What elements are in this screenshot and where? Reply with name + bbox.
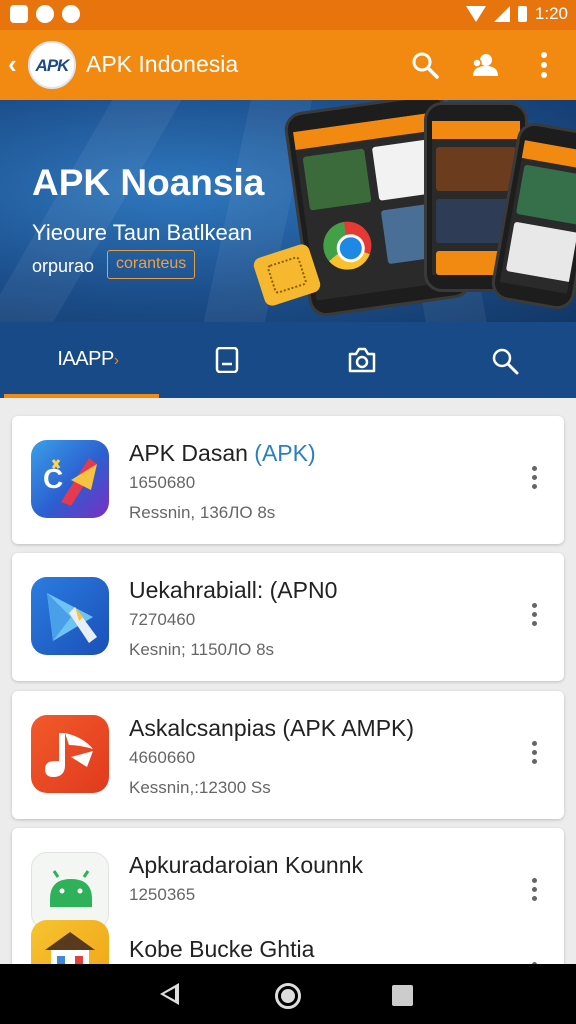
- app-number: 4660660: [129, 748, 196, 767]
- phone-icon: [215, 347, 239, 373]
- more-vertical-icon[interactable]: [532, 50, 556, 80]
- more-vertical-icon[interactable]: [526, 876, 542, 906]
- banner-small-text: orpurao: [32, 256, 95, 276]
- phone-thumbnail: [505, 221, 576, 283]
- notification-icons: [10, 5, 80, 23]
- active-tab-indicator: [4, 394, 159, 398]
- system-icons: 1:20: [465, 4, 568, 24]
- app-logo: APK: [28, 41, 76, 89]
- app-title: Apkuradaroian Kounnk: [129, 852, 363, 878]
- app-meta: Ressnin, 136ЛО 8s: [129, 503, 276, 522]
- music-note-app-icon: [31, 715, 109, 793]
- system-nav-bar: [0, 964, 576, 1024]
- banner-title: APK Noansia: [32, 162, 265, 203]
- app-icon: [62, 5, 80, 23]
- phone-thumbnail: [302, 148, 372, 211]
- tab-apps[interactable]: IAAPP›: [16, 322, 160, 398]
- app-title: Askalcsanpias (APK AMPK): [129, 715, 415, 741]
- banner-subtitle: Yieoure Taun Batlkean: [32, 220, 253, 245]
- phone-thumbnail: [436, 147, 516, 191]
- tab-phone[interactable]: [155, 322, 299, 398]
- chrome-icon: [320, 218, 375, 273]
- more-vertical-icon[interactable]: [526, 601, 542, 631]
- camera-icon: [348, 347, 376, 373]
- status-bar: 1:20: [0, 0, 576, 30]
- battery-icon: [517, 6, 527, 22]
- app-card[interactable]: Askalcsanpias (APK AMPK) 4660660 Kessnin…: [12, 691, 564, 819]
- app-title: Uekahrabiall: (APN0: [129, 577, 338, 603]
- status-time: 1:20: [534, 4, 568, 23]
- play-triangle-app-icon: [31, 577, 109, 655]
- game-icon: [36, 5, 54, 23]
- more-vertical-icon[interactable]: [526, 464, 542, 494]
- app-title: Kobe Bucke Ghtia: [129, 936, 315, 962]
- app-number: 7270460: [129, 610, 196, 629]
- search-icon[interactable]: [410, 50, 440, 80]
- app-number: 1250365: [129, 885, 196, 904]
- chevron-right-icon: ›: [113, 352, 119, 369]
- promo-banner[interactable]: APK Noansia Yieoure Taun Batlkean orpura…: [0, 100, 576, 322]
- tab-camera[interactable]: [290, 322, 434, 398]
- app-card[interactable]: C APK Dasan (APK) 1650680 Ressnin, 136ЛО…: [12, 416, 564, 544]
- account-icon[interactable]: [470, 50, 500, 80]
- c-arrow-app-icon: C: [31, 440, 109, 518]
- tab-bar: IAAPP›: [0, 322, 576, 398]
- photo-icon: [10, 5, 28, 23]
- app-bar: ‹ APK APK Indonesia: [0, 30, 576, 100]
- app-number: 1650680: [129, 473, 196, 492]
- app-meta: Kesnin; 1150ЛО 8s: [129, 640, 275, 659]
- app-meta: Kessnin,:12300 Ss: [129, 778, 271, 797]
- tab-search[interactable]: [433, 322, 576, 398]
- signal-icon: [493, 6, 510, 22]
- phone-thumbnail: [515, 164, 576, 226]
- app-title: APK Indonesia: [86, 51, 239, 77]
- back-arrow-icon[interactable]: ‹: [8, 51, 17, 77]
- recents-icon[interactable]: [392, 985, 413, 1006]
- more-vertical-icon[interactable]: [526, 739, 542, 769]
- logo-text: APK: [35, 56, 70, 75]
- banner-ray: [0, 100, 196, 322]
- back-icon[interactable]: [160, 983, 179, 1005]
- app-card[interactable]: Uekahrabiall: (APN0 7270460 Kesnin; 1150…: [12, 553, 564, 681]
- phone-app-bar: [432, 121, 520, 139]
- wifi-icon: [465, 6, 486, 22]
- app-title: APK Dasan (APK): [129, 440, 316, 466]
- tab-apps-label: IAAPP›: [57, 348, 119, 370]
- home-icon[interactable]: [275, 983, 301, 1009]
- banner-chip[interactable]: coranteus: [107, 250, 196, 279]
- search-icon: [492, 348, 519, 375]
